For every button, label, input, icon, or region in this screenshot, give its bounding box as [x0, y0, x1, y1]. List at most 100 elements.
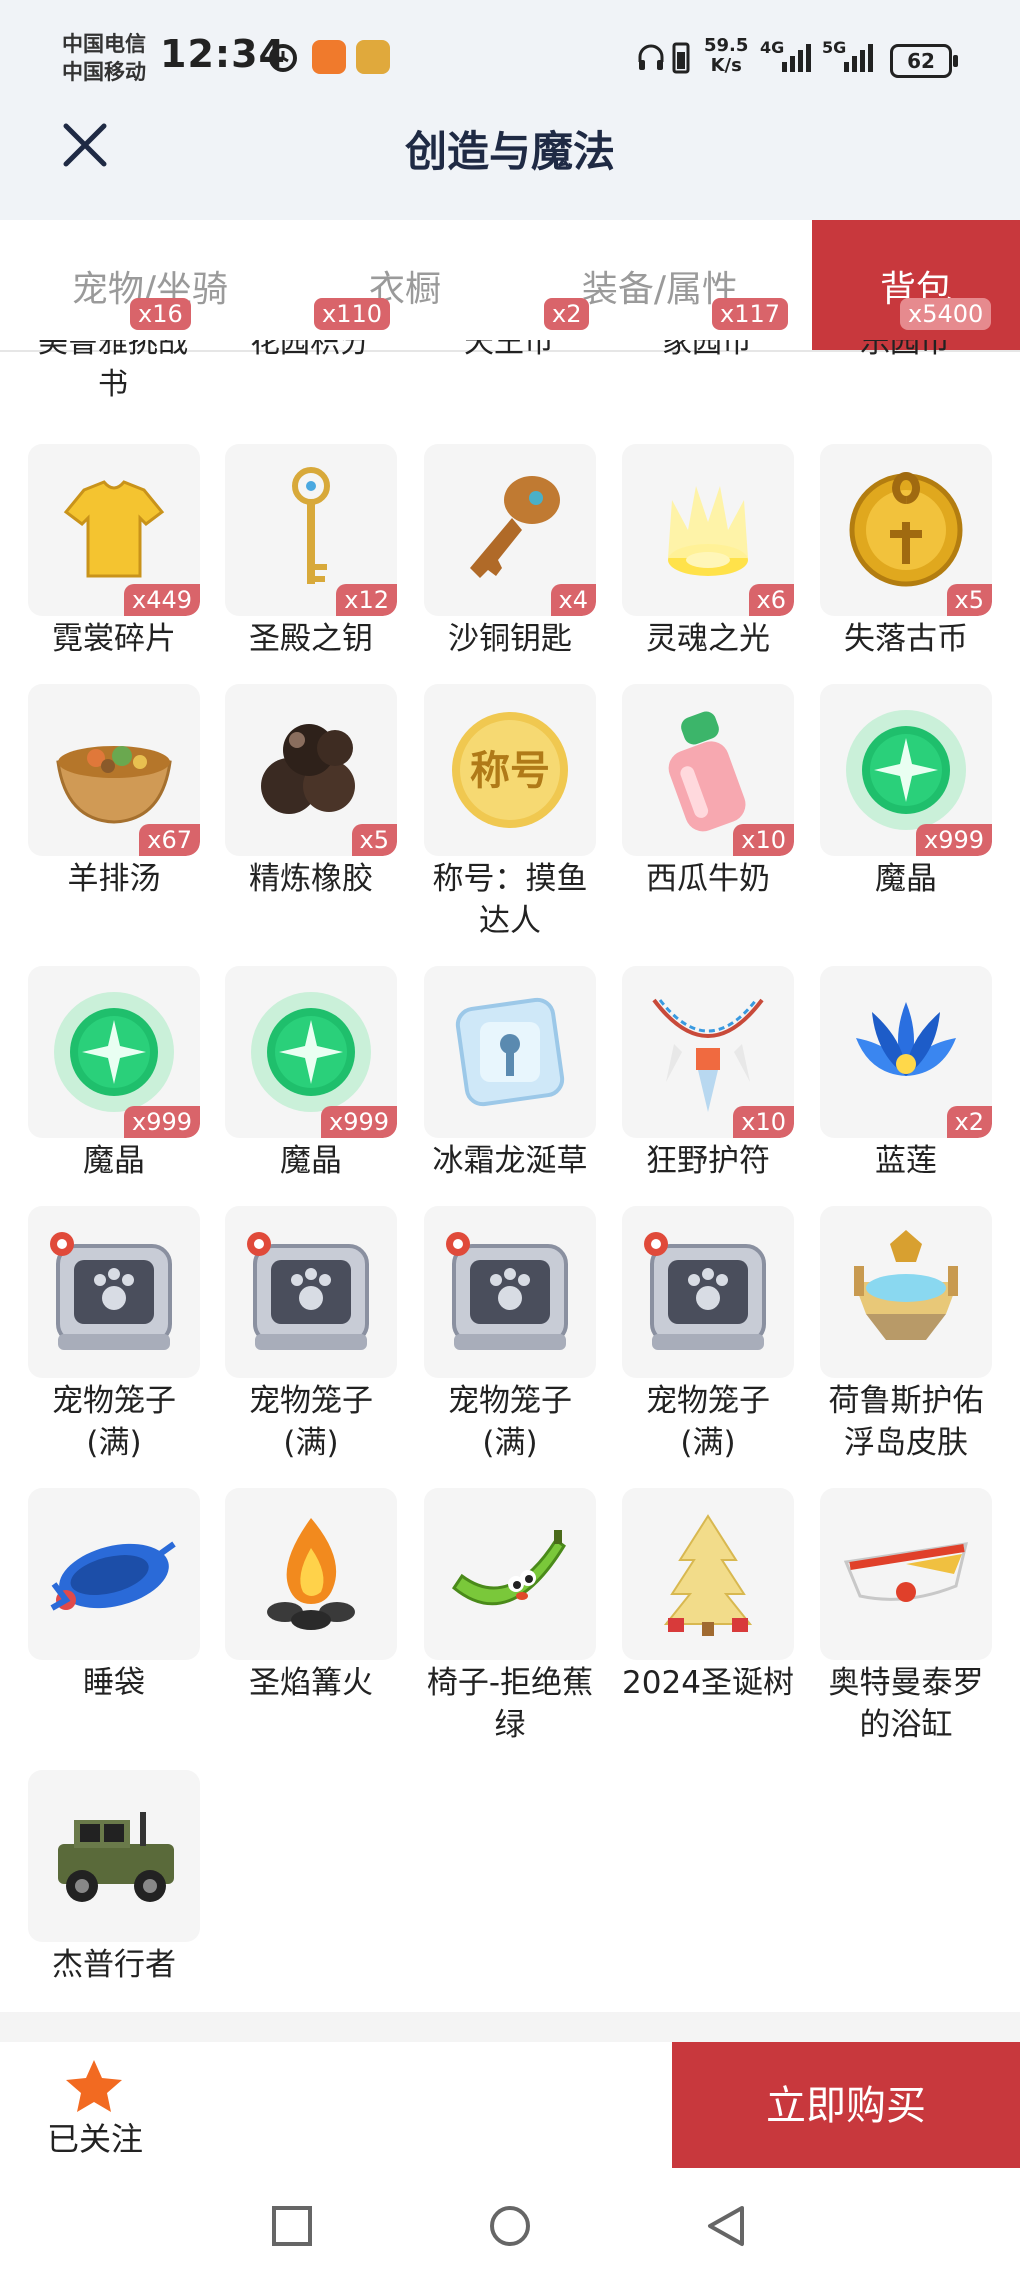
grid-item[interactable]: x5 失落古币 [820, 444, 992, 660]
grid-item[interactable]: 宠物笼子(满) [622, 1206, 794, 1464]
carrier-2: 中国移动 [62, 60, 146, 84]
soup-bowl-icon [56, 746, 172, 824]
grid-item[interactable]: x10 狂野护符 [622, 966, 794, 1182]
title-badge-icon: 称号 [452, 712, 568, 828]
grid-item[interactable]: 圣焰篝火 [225, 1488, 397, 1704]
grid-item[interactable]: x4 沙铜钥匙 [424, 444, 596, 660]
item-tile [820, 1206, 992, 1378]
grid-item[interactable]: x67 羊排汤 [28, 684, 200, 900]
item-name: 圣焰篝火 [249, 1665, 373, 1701]
item-tile: x449 [28, 444, 200, 616]
quantity-badge: x67 [139, 824, 200, 856]
grid-item[interactable]: x999 魔晶 [820, 684, 992, 900]
grid-item[interactable]: x10 西瓜牛奶 [622, 684, 794, 900]
signal-icon-2 [844, 44, 873, 72]
quantity-badge: x999 [123, 1106, 200, 1138]
item-name: 宠物笼子(满) [249, 1383, 373, 1461]
grid-item[interactable]: 2024圣诞树 [622, 1488, 794, 1704]
grid-item[interactable]: x449 霓裳碎片 [28, 444, 200, 660]
item-tile [424, 1488, 596, 1660]
rubber-icon [261, 724, 355, 814]
jeep-icon [58, 1812, 174, 1902]
signal-icon [782, 44, 811, 72]
floating-island-icon [854, 1230, 958, 1340]
item-tile [28, 1770, 200, 1942]
quantity-badge: x449 [123, 584, 200, 616]
pet-cage-icon [247, 1232, 369, 1350]
top-bar: 中国电信 中国移动 12:34 59.5 K/s 4G 5G 62 创造与魔法 [0, 0, 1020, 220]
back-icon[interactable] [704, 2204, 748, 2248]
item-name: 魔晶 [83, 1143, 145, 1179]
tab-hidden[interactable]: x117 [700, 220, 810, 350]
partial-item-row: 美鲁雅挑战书 花园积分 天王币 家园币 乐园币 [0, 340, 1020, 420]
item-name: 失落古币 [844, 621, 968, 657]
item-name: 蓝莲 [875, 1143, 937, 1179]
tab-backpack[interactable]: 背包 x5400 [812, 220, 1020, 350]
item-tile: x2 [820, 966, 992, 1138]
tab-badge: x5400 [900, 298, 992, 330]
amulet-icon [652, 998, 764, 1112]
tab-badge: x110 [314, 298, 391, 330]
carrier-info: 中国电信 中国移动 [62, 30, 146, 86]
item-name: 狂野护符 [646, 1143, 770, 1179]
grid-item[interactable]: x12 圣殿之钥 [225, 444, 397, 660]
item-tile: x999 [820, 684, 992, 856]
battery-indicator: 62 [890, 44, 958, 78]
quantity-badge: x999 [915, 824, 992, 856]
grid-item[interactable]: 冰霜龙涎草 [424, 966, 596, 1182]
quantity-badge: x5 [351, 824, 397, 856]
tab-badge: x117 [712, 298, 789, 330]
star-icon [66, 2060, 122, 2112]
grid-item[interactable]: 奥特曼泰罗的浴缸 [820, 1488, 992, 1746]
follow-button[interactable]: 已关注 [0, 2042, 200, 2168]
grid-item[interactable]: 荷鲁斯护佑浮岛皮肤 [820, 1206, 992, 1464]
item-tile: x4 [424, 444, 596, 616]
battery-saver-icon [672, 42, 690, 74]
grid-item[interactable]: 宠物笼子(满) [424, 1206, 596, 1464]
tab-pets-mounts[interactable]: 宠物/坐骑 x16 [40, 220, 260, 350]
item-name: 宠物笼子(满) [646, 1383, 770, 1461]
recent-apps-icon[interactable] [270, 2204, 314, 2248]
magic-crystal-icon [54, 992, 174, 1112]
grid-item[interactable]: x999 魔晶 [225, 966, 397, 1182]
home-icon[interactable] [488, 2204, 532, 2248]
grid-item[interactable]: x999 魔晶 [28, 966, 200, 1182]
grid-item[interactable]: 椅子-拒绝蕉绿 [424, 1488, 596, 1746]
grid-item[interactable]: x6 灵魂之光 [622, 444, 794, 660]
grid-item[interactable]: 宠物笼子(满) [225, 1206, 397, 1464]
tab-wardrobe[interactable]: 衣橱 x110 [300, 220, 510, 350]
grid-item[interactable]: x5 精炼橡胶 [225, 684, 397, 900]
item-tile: x67 [28, 684, 200, 856]
grid-item[interactable]: 称号 称号：摸鱼达人 [424, 684, 596, 942]
item-tile: x6 [622, 444, 794, 616]
system-nav-bar [0, 2168, 1020, 2278]
grid-item[interactable]: 宠物笼子(满) [28, 1206, 200, 1464]
item-name: 荷鲁斯护佑浮岛皮肤 [828, 1383, 984, 1461]
svg-text:称号: 称号 [470, 748, 550, 794]
tab-badge: x16 [130, 298, 191, 330]
item-tile [820, 1488, 992, 1660]
partial-item-label: 家园币 [662, 340, 752, 360]
ancient-coin-icon [849, 472, 963, 587]
item-tile [28, 1206, 200, 1378]
item-name: 霓裳碎片 [52, 621, 176, 657]
follow-label: 已关注 [46, 2120, 143, 2158]
buy-now-button[interactable]: 立即购买 [672, 2042, 1020, 2168]
grid-item[interactable]: 睡袋 [28, 1488, 200, 1704]
milk-bottle-icon [668, 711, 746, 832]
quantity-badge: x2 [946, 1106, 992, 1138]
item-tile: x10 [622, 966, 794, 1138]
grid-item[interactable]: 杰普行者 [28, 1770, 200, 1986]
pet-cage-icon [446, 1232, 568, 1350]
gold-shirt-icon [63, 480, 165, 578]
item-name: 杰普行者 [52, 1947, 176, 1983]
quantity-badge: x4 [550, 584, 596, 616]
item-name: 魔晶 [280, 1143, 342, 1179]
item-tile: 称号 [424, 684, 596, 856]
grid-item[interactable]: x2 蓝莲 [820, 966, 992, 1182]
pet-cage-icon [644, 1232, 766, 1350]
golden-key-icon [292, 467, 330, 584]
item-name: 宠物笼子(满) [52, 1383, 176, 1461]
net-speed-value: 59.5 [704, 35, 749, 56]
quantity-badge: x12 [336, 584, 397, 616]
